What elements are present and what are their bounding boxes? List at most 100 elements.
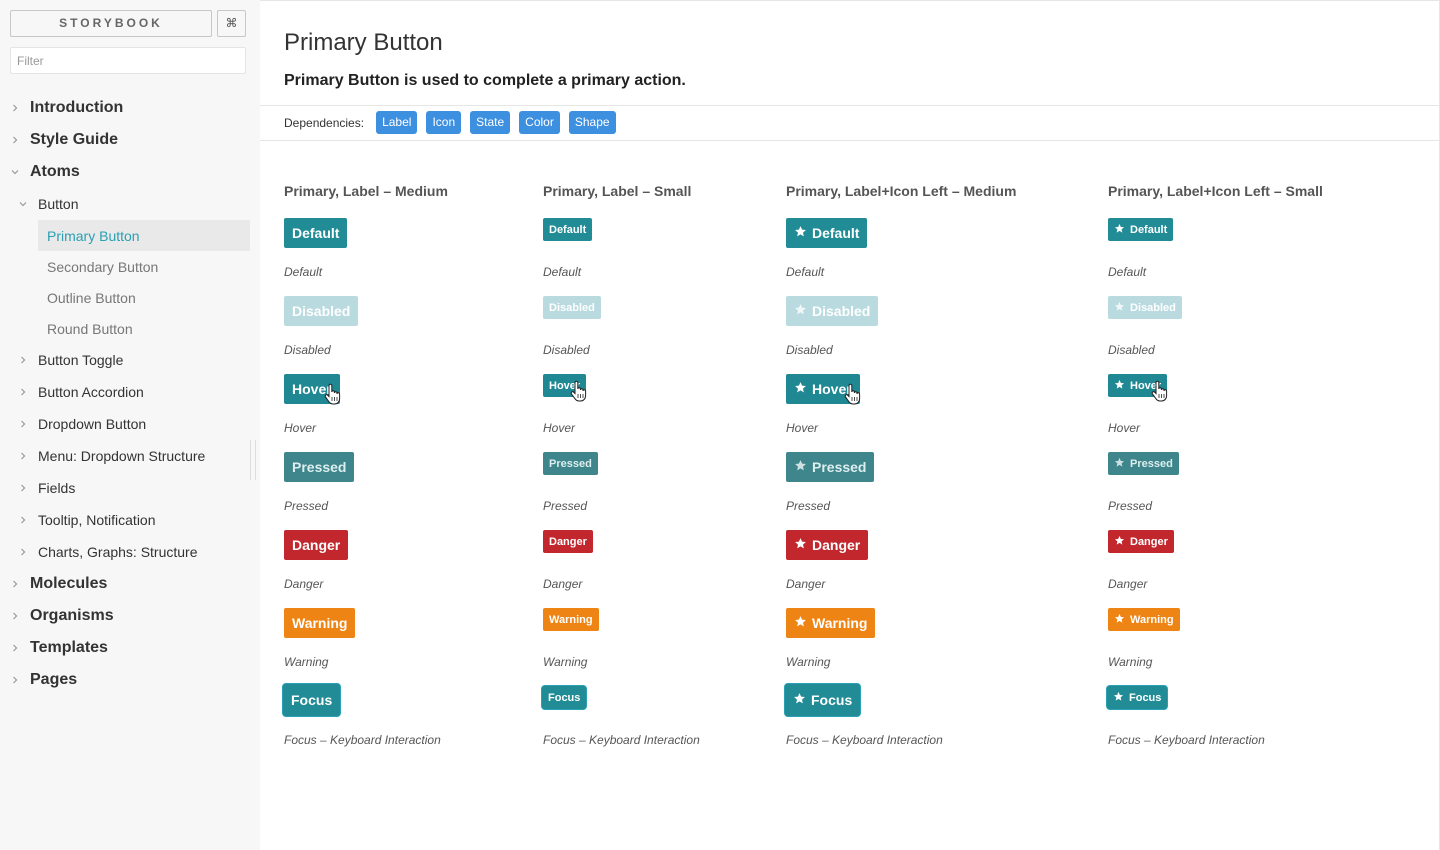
sidebar-item-atoms[interactable]: Atoms [11,156,80,188]
sidebar-item-style-guide[interactable]: Style Guide [13,124,119,156]
dependency-chip-state[interactable]: State [470,111,511,134]
storybook-brand-button[interactable]: STORYBOOK [10,10,212,37]
sidebar-item-secondary-button[interactable]: Secondary Button [38,251,250,282]
default-button[interactable]: Default [786,218,868,248]
danger-button[interactable]: Danger [1108,530,1174,553]
disabled-button[interactable]: Disabled [284,296,359,326]
sidebar-item-button-accordion[interactable]: Button Accordion [21,376,144,408]
danger-button[interactable]: Danger [284,530,349,560]
state-caption: Danger [786,577,826,591]
default-button[interactable]: Default [1108,218,1174,241]
state-caption: Hover [786,421,819,435]
command-icon[interactable]: ⌘ [217,10,246,37]
disabled-button[interactable]: Disabled [543,296,601,319]
chevron-down-icon [19,200,27,208]
chevron-right-icon [19,388,27,396]
state-caption: Danger [284,577,324,591]
button-label: Pressed [812,459,867,475]
focus-button[interactable]: Focus [283,684,341,716]
star-icon [1114,457,1125,471]
sidebar-item-menu-dropdown-structure[interactable]: Menu: Dropdown Structure [21,440,205,472]
star-icon [1114,613,1125,627]
sidebar-item-introduction[interactable]: Introduction [13,92,123,124]
state-caption: Warning [1108,655,1153,669]
dependency-chip-color[interactable]: Color [519,111,560,134]
sidebar-item-label: Templates [30,639,108,656]
focus-button[interactable]: Focus [785,684,861,716]
chevron-right-icon [19,548,27,556]
focus-button[interactable]: Focus [542,686,587,709]
dependency-chip-label[interactable]: Label [376,111,418,134]
filter-input[interactable] [10,47,246,74]
sidebar-item-dropdown-button[interactable]: Dropdown Button [21,408,147,440]
sidebar-item-fields[interactable]: Fields [21,472,75,504]
pressed-button[interactable]: Pressed [284,452,355,482]
sidebar-item-button-toggle[interactable]: Button Toggle [21,344,123,376]
star-icon [794,225,807,241]
pressed-button[interactable]: Pressed [786,452,875,482]
warning-button[interactable]: Warning [284,608,356,638]
warning-button[interactable]: Warning [543,608,599,631]
sidebar-item-button[interactable]: Button [19,188,79,220]
column-title: Primary, Label+Icon Left – Medium [786,183,1017,199]
sidebar-item-label: Button [38,196,79,212]
chevron-down-icon [11,168,19,176]
sidebar-item-round-button[interactable]: Round Button [38,313,250,344]
danger-button[interactable]: Danger [786,530,869,560]
sidebar-item-templates[interactable]: Templates [13,632,108,664]
state-caption: Hover [284,421,317,435]
column-title: Primary, Label+Icon Left – Small [1108,183,1323,199]
warning-button[interactable]: Warning [786,608,876,638]
chevron-right-icon [19,420,27,428]
pressed-button[interactable]: Pressed [1108,452,1179,475]
sidebar-item-charts-graphs-structure[interactable]: Charts, Graphs: Structure [21,536,198,568]
state-caption: Default [1108,265,1147,279]
sidebar-item-organisms[interactable]: Organisms [13,600,114,632]
sidebar-item-molecules[interactable]: Molecules [13,568,107,600]
button-label: Focus [291,692,333,708]
sidebar-resize-handle[interactable] [250,440,256,480]
sidebar-item-label: Round Button [47,320,133,337]
state-caption: Default [786,265,825,279]
disabled-button[interactable]: Disabled [786,296,879,326]
button-label: Pressed [549,457,592,470]
warning-button[interactable]: Warning [1108,608,1180,631]
state-caption: Default [284,265,323,279]
state-caption: Hover [1108,421,1141,435]
button-label: Focus [811,692,853,708]
sidebar-item-tooltip-notification[interactable]: Tooltip, Notification [21,504,156,536]
button-label: Danger [812,537,861,553]
pressed-button[interactable]: Pressed [543,452,598,475]
sidebar-item-label: Style Guide [30,131,119,148]
button-label: Pressed [1130,457,1173,470]
button-column-primary-label-medium: Primary, Label – Medium Default Default Dis… [283,183,448,747]
star-icon [1114,379,1125,393]
sidebar-item-pages[interactable]: Pages [13,664,77,696]
star-icon [794,303,807,319]
dependencies-bar: Dependencies: Label Icon State Color Shape [284,111,616,134]
button-label: Danger [1130,535,1168,548]
hand-pointer-icon [323,383,343,405]
sidebar-item-primary-button[interactable]: Primary Button [38,220,250,251]
default-button[interactable]: Default [543,218,593,241]
column-title: Primary, Label – Small [543,183,692,199]
disabled-button[interactable]: Disabled [1108,296,1182,319]
star-icon [794,615,807,631]
chevron-right-icon [11,644,19,652]
button-label: Disabled [549,301,595,314]
sidebar-item-label: Dropdown Button [38,416,147,432]
star-icon [1114,223,1125,237]
state-caption: Focus – Keyboard Interaction [1108,733,1265,747]
default-button[interactable]: Default [284,218,348,248]
focus-button[interactable]: Focus [1107,686,1168,709]
sidebar-item-outline-button[interactable]: Outline Button [38,282,250,313]
dependency-chip-shape[interactable]: Shape [568,111,616,134]
state-caption: Disabled [543,343,590,357]
danger-button[interactable]: Danger [543,530,593,553]
dependency-chip-icon[interactable]: Icon [426,111,462,134]
sidebar-item-label: Outline Button [47,289,136,306]
hand-pointer-icon [569,380,589,402]
state-caption: Focus – Keyboard Interaction [284,733,441,747]
button-label: Disabled [292,303,351,319]
button-label: Focus [1129,691,1162,704]
